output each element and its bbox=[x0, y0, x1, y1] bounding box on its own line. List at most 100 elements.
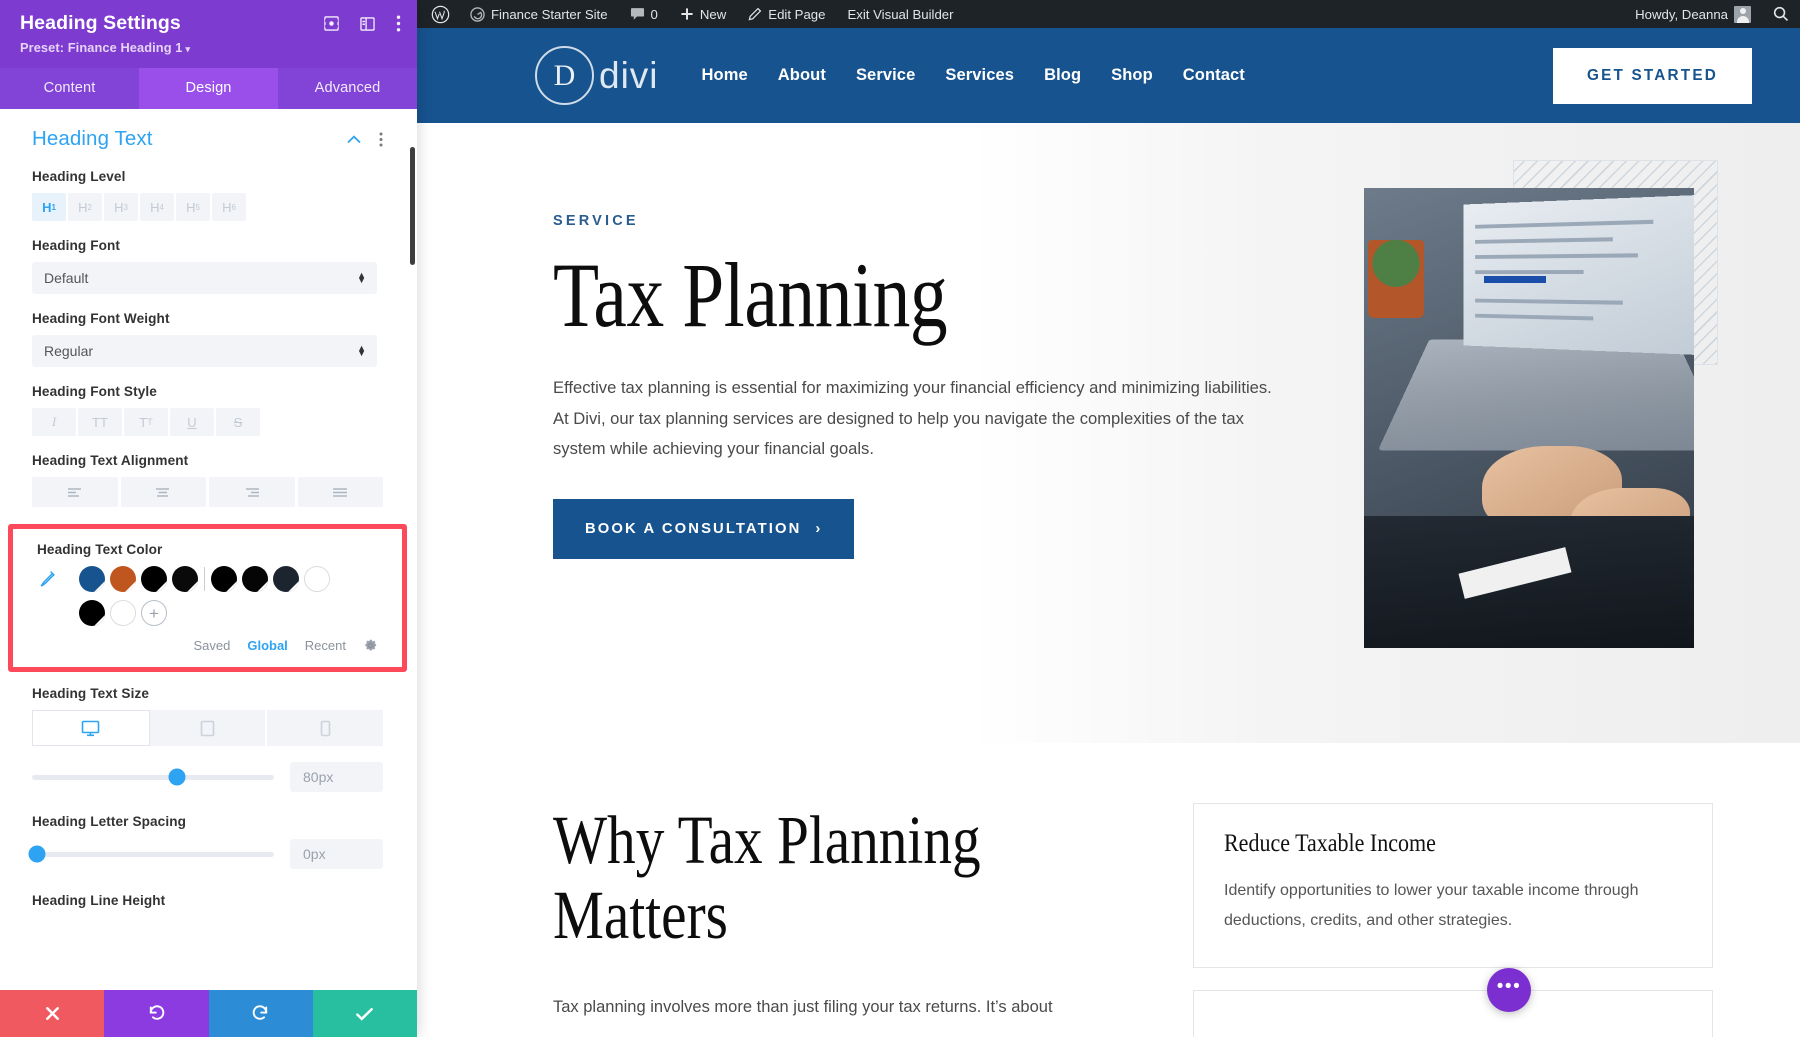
eyedropper-icon[interactable] bbox=[37, 569, 79, 589]
heading-text-color-label: Heading Text Color bbox=[37, 542, 378, 557]
field-heading-letter-spacing: Heading Letter Spacing 0px bbox=[32, 814, 383, 869]
nav-item-contact[interactable]: Contact bbox=[1183, 66, 1245, 85]
account-item[interactable]: Howdy, Deanna bbox=[1624, 0, 1762, 28]
add-color-button[interactable]: + bbox=[141, 600, 167, 626]
tab-advanced[interactable]: Advanced bbox=[278, 68, 417, 109]
book-a-consultation-label: BOOK A CONSULTATION bbox=[585, 521, 801, 537]
panel-scrollbar[interactable] bbox=[410, 147, 415, 265]
site-logo[interactable]: D divi bbox=[535, 46, 659, 105]
target-icon[interactable] bbox=[324, 16, 339, 31]
color-swatch[interactable] bbox=[304, 566, 330, 592]
color-swatch[interactable] bbox=[79, 600, 105, 626]
heading-text-size-slider[interactable] bbox=[32, 775, 274, 780]
tab-design[interactable]: Design bbox=[139, 68, 278, 109]
color-swatch[interactable] bbox=[211, 566, 237, 592]
heading-level-h5[interactable]: H5 bbox=[176, 193, 210, 221]
color-swatch-row-1 bbox=[37, 566, 378, 592]
heading-font-weight-select[interactable]: Regular ▲ ▼ bbox=[32, 335, 377, 367]
chevron-right-icon: › bbox=[815, 521, 822, 537]
align-center-icon[interactable] bbox=[121, 477, 207, 507]
nav-item-service[interactable]: Service bbox=[856, 66, 915, 85]
logo-text: divi bbox=[599, 55, 659, 97]
save-button[interactable] bbox=[313, 990, 417, 1037]
color-swatch[interactable] bbox=[242, 566, 268, 592]
exit-visual-builder-label: Exit Visual Builder bbox=[847, 7, 953, 22]
exit-visual-builder-item[interactable]: Exit Visual Builder bbox=[836, 0, 964, 28]
dashboard-item[interactable]: Finance Starter Site bbox=[459, 0, 619, 28]
nav-item-shop[interactable]: Shop bbox=[1111, 66, 1153, 85]
italic-icon[interactable]: I bbox=[32, 408, 76, 436]
panel-preset-label: Preset: Finance Heading 1 bbox=[20, 40, 183, 55]
ellipsis-icon[interactable]: ••• bbox=[1487, 968, 1531, 1012]
heading-font-style-label: Heading Font Style bbox=[32, 384, 383, 399]
heading-font-label: Heading Font bbox=[32, 238, 383, 253]
heading-level-h1[interactable]: H1 bbox=[32, 193, 66, 221]
underline-icon[interactable]: U bbox=[170, 408, 214, 436]
uppercase-icon[interactable]: TT bbox=[78, 408, 122, 436]
strikethrough-icon[interactable]: S bbox=[216, 408, 260, 436]
more-vertical-icon[interactable] bbox=[396, 15, 401, 32]
comments-item[interactable]: 0 bbox=[619, 0, 669, 28]
select-spinner-icon: ▲ ▼ bbox=[357, 346, 366, 356]
heading-level-h3[interactable]: H3 bbox=[104, 193, 138, 221]
slider-knob[interactable] bbox=[28, 846, 45, 863]
heading-letter-spacing-input[interactable]: 0px bbox=[290, 839, 383, 869]
heading-level-h2[interactable]: H2 bbox=[68, 193, 102, 221]
search-icon[interactable] bbox=[1762, 0, 1800, 28]
desktop-icon[interactable] bbox=[32, 710, 150, 746]
card-title: Reduce Taxable Income bbox=[1224, 830, 1627, 858]
color-swatch[interactable] bbox=[110, 566, 136, 592]
align-justify-icon[interactable] bbox=[298, 477, 384, 507]
align-left-icon[interactable] bbox=[32, 477, 118, 507]
book-a-consultation-button[interactable]: BOOK A CONSULTATION › bbox=[553, 499, 854, 559]
phone-icon[interactable] bbox=[267, 710, 383, 746]
chevron-up-icon[interactable] bbox=[347, 135, 361, 144]
color-swatch[interactable] bbox=[141, 566, 167, 592]
color-swatch[interactable] bbox=[172, 566, 198, 592]
redo-button[interactable] bbox=[209, 990, 313, 1037]
comment-count: 0 bbox=[651, 7, 658, 22]
heading-font-select[interactable]: Default ▲ ▼ bbox=[32, 262, 377, 294]
discard-button[interactable] bbox=[0, 990, 104, 1037]
heading-level-h4[interactable]: H4 bbox=[140, 193, 174, 221]
divi-visual-builder: Heading Settings Preset: Finance Heading… bbox=[0, 0, 1800, 1037]
capitalize-icon[interactable]: TT bbox=[124, 408, 168, 436]
palette-tabs: Saved Global Recent bbox=[37, 638, 378, 653]
panel-preset[interactable]: Preset: Finance Heading 1 ▾ bbox=[20, 40, 401, 55]
color-swatch[interactable] bbox=[79, 566, 105, 592]
layout-icon[interactable] bbox=[360, 17, 375, 31]
heading-level-label: Heading Level bbox=[32, 169, 383, 184]
heading-text-size-input[interactable]: 80px bbox=[290, 762, 383, 792]
hero-eyebrow: SERVICE bbox=[553, 213, 1800, 229]
get-started-button[interactable]: GET STARTED bbox=[1553, 48, 1752, 104]
gear-icon[interactable] bbox=[363, 638, 378, 653]
align-right-icon[interactable] bbox=[209, 477, 295, 507]
tab-content[interactable]: Content bbox=[0, 68, 139, 109]
panel-footer bbox=[0, 990, 417, 1037]
palette-tab-saved[interactable]: Saved bbox=[193, 638, 230, 653]
palette-tab-recent[interactable]: Recent bbox=[305, 638, 346, 653]
edit-page-item[interactable]: Edit Page bbox=[737, 0, 836, 28]
wordpress-logo-icon[interactable] bbox=[431, 0, 459, 28]
nav-item-blog[interactable]: Blog bbox=[1044, 66, 1081, 85]
wp-admin-bar: Finance Starter Site 0 New Edit Page Exi… bbox=[417, 0, 1800, 28]
section-title-why-tax-planning[interactable]: Why Tax Planning Matters bbox=[553, 803, 1018, 952]
site-name: Finance Starter Site bbox=[491, 7, 608, 22]
nav-item-services[interactable]: Services bbox=[945, 66, 1014, 85]
undo-button[interactable] bbox=[104, 990, 208, 1037]
page-title[interactable]: Tax Planning bbox=[553, 249, 1576, 343]
color-swatch[interactable] bbox=[273, 566, 299, 592]
color-swatch[interactable] bbox=[110, 600, 136, 626]
heading-level-h6[interactable]: H6 bbox=[212, 193, 246, 221]
section-more-icon[interactable] bbox=[379, 132, 383, 147]
tablet-icon[interactable] bbox=[150, 710, 268, 746]
new-item[interactable]: New bbox=[669, 0, 737, 28]
heading-letter-spacing-slider[interactable] bbox=[32, 852, 274, 857]
heading-letter-spacing-value: 0px bbox=[303, 846, 326, 862]
nav-item-home[interactable]: Home bbox=[702, 66, 748, 85]
palette-tab-global[interactable]: Global bbox=[247, 638, 287, 653]
heading-letter-spacing-label: Heading Letter Spacing bbox=[32, 814, 383, 829]
heading-text-size-label: Heading Text Size bbox=[32, 686, 383, 701]
nav-item-about[interactable]: About bbox=[778, 66, 826, 85]
slider-knob[interactable] bbox=[169, 769, 186, 786]
